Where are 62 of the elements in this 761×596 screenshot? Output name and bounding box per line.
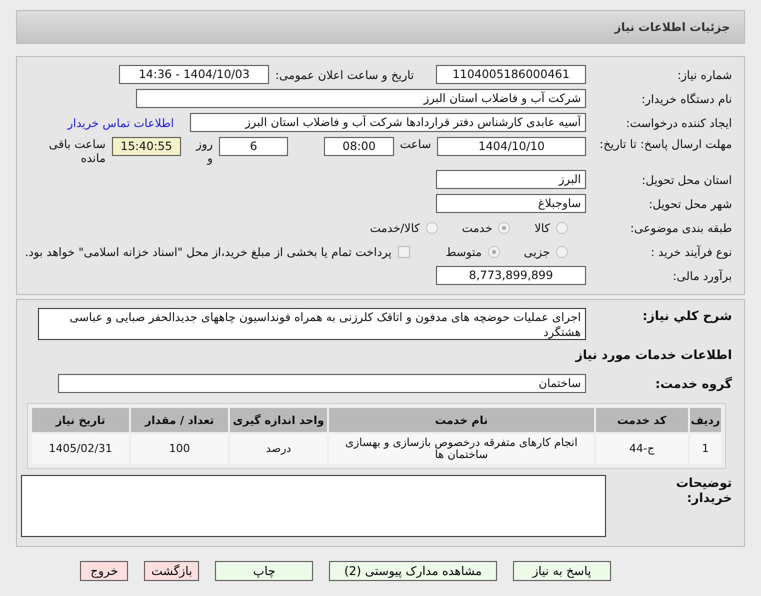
page-title: جزئیات اطلاعات نیاز	[614, 20, 730, 34]
radio-button[interactable]	[498, 222, 510, 234]
field-label: توضیحات خریدار:	[675, 475, 732, 505]
table-cell: درصد	[230, 434, 327, 464]
days-field[interactable]: 6	[218, 137, 288, 156]
table-cell: 1405/02/31	[32, 434, 129, 464]
action-button[interactable]: خروج	[80, 561, 128, 581]
action-button[interactable]: چاپ	[215, 561, 314, 581]
field-label: استان محل تحویل:	[640, 172, 732, 186]
field-label: ایجاد کننده درخواست:	[625, 116, 732, 130]
action-button[interactable]: بازگشت	[144, 561, 200, 581]
table-cell: 100	[131, 434, 228, 464]
action-button[interactable]: مشاهده مدارک پیوستی (2)	[329, 561, 497, 581]
field-label: نوع فرآیند خرید :	[650, 244, 732, 258]
column-header: کد خدمت	[596, 408, 688, 432]
field-label: شهر محل تحویل:	[648, 196, 732, 210]
text-field[interactable]: 1104005186000461	[436, 65, 586, 84]
time-field[interactable]: 08:00	[324, 137, 394, 156]
text-field[interactable]: ساوجبلاغ	[436, 194, 586, 213]
field-label: ساعت باقی مانده	[48, 137, 106, 165]
field-label: برآورد مالی:	[672, 268, 732, 282]
radio-button[interactable]	[426, 222, 438, 234]
radio-label: جزیی	[524, 244, 550, 258]
text-field[interactable]: 8,773,899,899	[436, 266, 586, 285]
action-button[interactable]: پاسخ به نیاز	[512, 561, 611, 581]
radio-label: کالا	[534, 220, 550, 234]
field-label: شرح کلي نياز:	[642, 308, 732, 323]
remaining-field: 15:40:55	[112, 137, 182, 156]
notes-field[interactable]	[21, 475, 606, 537]
text-field[interactable]: شرکت آب و فاضلاب استان البرز	[136, 89, 586, 108]
section-heading: اطلاعات خدمات مورد نیاز	[576, 347, 732, 362]
radio-label: کالا/خدمت	[370, 220, 420, 234]
text-field[interactable]: البرز	[436, 170, 586, 189]
column-header: واحد اندازه گیری	[230, 408, 327, 432]
field-label: مهلت ارسال پاسخ: تا تاریخ:	[598, 137, 732, 151]
field-label: روز و	[194, 137, 213, 165]
text-field[interactable]: 1404/10/03 - 14:36	[119, 65, 270, 84]
text-field[interactable]: آسیه عابدی کارشناس دفتر قراردادها شرکت آب و فاضلاب استان البرز	[190, 113, 586, 132]
radio-button[interactable]	[556, 222, 568, 234]
radio-button[interactable]	[556, 246, 568, 258]
column-header: تاریخ نیاز	[32, 408, 129, 432]
contact-link[interactable]: اطلاعات تماس خریدار	[67, 116, 174, 130]
field-label: تاریخ و ساعت اعلان عمومی:	[275, 68, 414, 82]
checkbox-label: پرداخت تمام یا بخشی از مبلغ خرید،از محل "اسناد خزانه اسلامی" خواهد بود.	[24, 244, 392, 258]
table-cell: انجام کارهای متفرقه درخصوص بازسازی و بهسازی ساختمان ها	[329, 434, 594, 464]
radio-label: خدمت	[462, 220, 492, 234]
column-header: ردیف	[690, 408, 721, 432]
text-field[interactable]: ساختمان	[58, 374, 586, 393]
field-label: گروه خدمت:	[654, 376, 732, 391]
field-label: نام دستگاه خریدار:	[640, 92, 732, 106]
table-cell: ج-44	[596, 434, 688, 464]
column-header: تعداد / مقدار	[131, 408, 228, 432]
field-label: شماره نیاز:	[676, 68, 732, 82]
checkbox[interactable]	[398, 246, 410, 258]
description-field[interactable]: اجرای عملیات حوضچه های مدفون و اتاقک کلرزنی به همراه فونداسیون چاههای جدیدالحفر صبایی و عباسی هشتگرد	[38, 308, 586, 340]
field-label: ساعت	[400, 137, 432, 151]
column-header: نام خدمت	[329, 408, 594, 432]
date-field[interactable]: 1404/10/10	[437, 137, 586, 156]
table-cell: 1	[690, 434, 721, 464]
radio-label: متوسط	[446, 244, 482, 258]
field-label: طبقه بندی موضوعی:	[629, 220, 732, 234]
radio-button[interactable]	[488, 246, 500, 258]
